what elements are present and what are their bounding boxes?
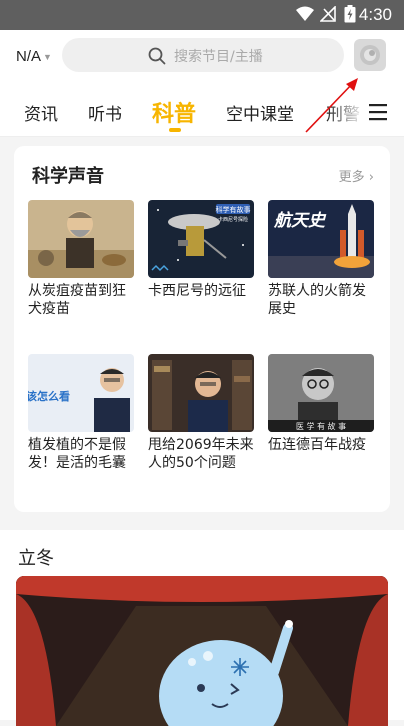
more-label: 更多: [338, 170, 365, 185]
tab-science[interactable]: 科普: [152, 96, 196, 128]
program-thumbnail: 科学有故事 卡西尼号探险: [148, 200, 254, 278]
menu-icon[interactable]: [368, 103, 388, 121]
season-banner[interactable]: [16, 576, 388, 726]
thumb-caption-text: 医 学 有 故 事: [296, 421, 346, 431]
stage-mascot-illustration: [16, 576, 388, 726]
section-title: 科学声音: [32, 166, 104, 187]
program-thumbnail: [28, 200, 134, 278]
program-title: 甩给2069年未来人的50个问题: [148, 437, 254, 471]
science-voice-card: 科学声音 更多 › 从炭疽疫苗到狂犬疫苗 科学有故事 卡西尼号探险 卡西尼号的远…: [14, 146, 390, 512]
program-title: 植发植的不是假发！是活的毛囊: [28, 437, 126, 471]
region-label: N/A: [16, 48, 42, 65]
pasteur-caricature-image: [28, 200, 134, 278]
tab-news[interactable]: 资讯: [24, 100, 58, 125]
program-item[interactable]: 医 学 有 故 事 伍连德百年战疫: [268, 354, 374, 454]
program-thumbnail: 航天史: [268, 200, 374, 278]
wifi-icon: [296, 6, 314, 21]
program-item[interactable]: 从炭疽疫苗到狂犬疫苗: [28, 200, 134, 318]
caret-down-icon: ▼: [43, 52, 52, 63]
user-avatar-icon: [360, 45, 380, 65]
bookshelf-speaker-image: [148, 354, 254, 432]
search-placeholder: 搜索节目/主播: [174, 49, 263, 65]
status-time: 4:30: [358, 5, 392, 24]
program-thumbnail: 医 学 有 故 事: [268, 354, 374, 432]
section-title: 立冬: [18, 548, 54, 569]
section-divider: [0, 522, 404, 530]
thumb-sub-text: 卡西尼号探险: [218, 216, 248, 223]
program-item[interactable]: 甩给2069年未来人的50个问题: [148, 354, 254, 472]
search-input[interactable]: 搜索节目/主播: [62, 38, 344, 72]
region-selector[interactable]: N/A ▼: [16, 48, 52, 65]
wu-liande-portrait-image: 医 学 有 故 事: [268, 354, 374, 432]
battery-icon: [344, 5, 356, 23]
season-section: 立冬: [0, 530, 404, 726]
more-link[interactable]: 更多 ›: [339, 166, 374, 185]
signal-off-icon: [320, 6, 336, 22]
status-bar: 4:30: [0, 0, 404, 30]
program-title: 卡西尼号的远征: [148, 283, 246, 299]
tab-audiobooks[interactable]: 听书: [88, 100, 122, 125]
tab-air-classroom[interactable]: 空中课堂: [226, 100, 294, 125]
search-icon: [148, 47, 166, 65]
thumb-title-text: 航天史: [273, 211, 327, 231]
thumb-title-text: 该怎么看: [28, 389, 70, 403]
program-item[interactable]: 科学有故事 卡西尼号探险 卡西尼号的远征: [148, 200, 254, 300]
program-title: 伍连德百年战疫: [268, 437, 366, 453]
avatar[interactable]: [354, 39, 386, 71]
program-thumbnail: 该怎么看: [28, 354, 134, 432]
chevron-right-icon: ›: [368, 170, 374, 185]
program-title: 苏联人的火箭发展史: [268, 283, 366, 317]
thumb-brand-text: 科学有故事: [216, 205, 251, 214]
cassini-probe-image: 科学有故事 卡西尼号探险: [148, 200, 254, 278]
active-tab-indicator: [169, 128, 181, 132]
rocket-launch-image: 航天史: [268, 200, 374, 278]
annotation-arrow-icon: [305, 78, 358, 133]
program-title: 从炭疽疫苗到狂犬疫苗: [28, 283, 126, 317]
speaker-portrait-image: 该怎么看: [28, 354, 134, 432]
program-item[interactable]: 航天史 苏联人的火箭发展史: [268, 200, 374, 318]
program-thumbnail: [148, 354, 254, 432]
program-item[interactable]: 该怎么看 植发植的不是假发！是活的毛囊: [28, 354, 134, 472]
